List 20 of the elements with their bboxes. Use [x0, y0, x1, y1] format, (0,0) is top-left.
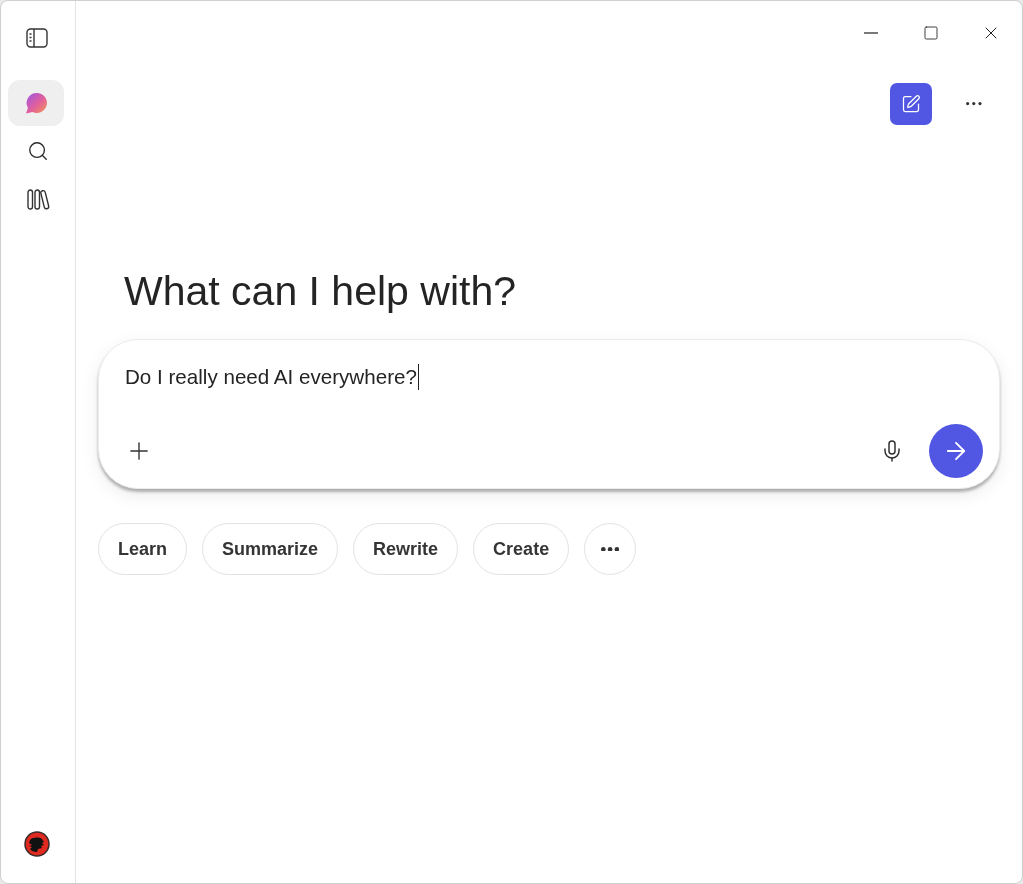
edit-icon	[901, 94, 921, 114]
suggestion-chip[interactable]: Learn	[98, 523, 188, 575]
chat-tab[interactable]	[8, 80, 64, 126]
search-icon	[27, 140, 49, 162]
chat-bubble-icon	[25, 92, 47, 114]
library-icon	[26, 188, 50, 210]
sidebar-toggle-icon	[26, 28, 48, 48]
more-icon	[966, 102, 982, 106]
maximize-icon	[923, 25, 939, 41]
avatar-icon	[23, 831, 50, 857]
suggestion-chip[interactable]: Rewrite	[353, 523, 459, 575]
message-input[interactable]: Do I really need AI everywhere?	[125, 363, 422, 391]
avatar-button[interactable]	[23, 831, 50, 857]
more-icon	[601, 546, 620, 552]
suggestion-chip[interactable]: Summarize	[202, 523, 339, 575]
suggestion-chip[interactable]: Create	[473, 523, 570, 575]
send-button[interactable]	[929, 424, 983, 478]
minimize-icon	[864, 32, 878, 34]
page-heading: What can I help with?	[124, 267, 516, 315]
new-chat-button[interactable]	[890, 83, 932, 125]
